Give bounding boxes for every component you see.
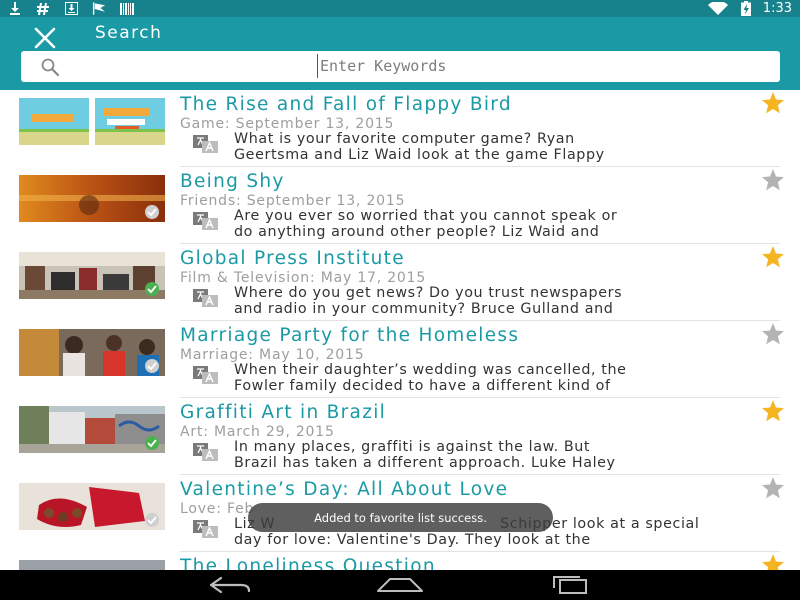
item-description-line: In many places, graffiti is against the … bbox=[234, 439, 591, 455]
checkmark-icon bbox=[145, 359, 159, 373]
flag-icon bbox=[92, 2, 106, 16]
checkmark-icon bbox=[145, 282, 159, 296]
item-description: Where do you get news? Do you trust news… bbox=[234, 285, 774, 317]
notification-icons bbox=[8, 1, 134, 16]
recents-button[interactable] bbox=[545, 574, 595, 596]
item-title[interactable]: The Rise and Fall of Flappy Bird bbox=[180, 94, 512, 116]
download-box-icon bbox=[64, 2, 78, 16]
checkmark-icon bbox=[145, 436, 159, 450]
favorite-star-icon[interactable] bbox=[761, 477, 785, 499]
item-title[interactable]: Marriage Party for the Homeless bbox=[180, 325, 519, 347]
close-button[interactable] bbox=[30, 23, 60, 53]
item-description-line: When their daughter’s wedding was cancel… bbox=[234, 362, 627, 378]
back-button[interactable] bbox=[205, 574, 255, 596]
download-icon bbox=[8, 2, 22, 16]
list-item[interactable]: The Loneliness Question bbox=[0, 552, 800, 570]
item-meta: Game: September 13, 2015 bbox=[180, 116, 395, 132]
home-button[interactable] bbox=[375, 574, 425, 596]
item-meta: Film & Television: May 17, 2015 bbox=[180, 270, 427, 286]
item-description: Are you ever so worried that you cannot … bbox=[234, 208, 774, 240]
thumbnail-image bbox=[19, 98, 165, 145]
item-meta: Art: March 29, 2015 bbox=[180, 424, 335, 440]
search-box[interactable] bbox=[21, 51, 780, 82]
item-description: In many places, graffiti is against the … bbox=[234, 439, 774, 471]
item-title[interactable]: Graffiti Art in Brazil bbox=[180, 402, 386, 424]
status-bar: 1:33 bbox=[0, 0, 800, 17]
back-icon bbox=[209, 576, 251, 594]
list-item[interactable]: Graffiti Art in Brazil Art: March 29, 20… bbox=[0, 398, 800, 475]
translate-icon[interactable] bbox=[193, 520, 219, 538]
list-item[interactable]: The Rise and Fall of Flappy Bird Game: S… bbox=[0, 90, 800, 167]
favorite-star-icon[interactable] bbox=[761, 323, 785, 345]
list-item[interactable]: Marriage Party for the Homeless Marriage… bbox=[0, 321, 800, 398]
item-description-line: Fowler family decided to have a differen… bbox=[234, 378, 611, 394]
thumbnail-image bbox=[19, 252, 165, 299]
item-title[interactable]: Valentine’s Day: All About Love bbox=[180, 479, 508, 501]
item-description-line: Where do you get news? Do you trust news… bbox=[234, 285, 623, 301]
item-title[interactable]: Global Press Institute bbox=[180, 248, 405, 270]
page-title: Search bbox=[95, 23, 163, 43]
home-icon bbox=[377, 578, 423, 592]
item-description-line: and radio in your community? Bruce Gulla… bbox=[234, 301, 614, 317]
thumbnail-image bbox=[19, 483, 165, 530]
barcode-icon bbox=[120, 2, 134, 16]
list-item[interactable]: Global Press Institute Film & Television… bbox=[0, 244, 800, 321]
recents-icon bbox=[553, 576, 587, 594]
item-meta: Marriage: May 10, 2015 bbox=[180, 347, 365, 363]
system-icons: 1:33 bbox=[707, 0, 792, 17]
item-meta: Friends: September 13, 2015 bbox=[180, 193, 406, 209]
translate-icon[interactable] bbox=[193, 366, 219, 384]
hash-icon bbox=[36, 2, 50, 16]
favorite-star-icon[interactable] bbox=[761, 400, 785, 422]
translate-icon[interactable] bbox=[193, 443, 219, 461]
item-description-line: Brazil has taken a different approach. L… bbox=[234, 455, 616, 471]
wifi-icon bbox=[707, 2, 729, 16]
item-title[interactable]: The Loneliness Question bbox=[180, 556, 436, 570]
navigation-bar bbox=[0, 570, 800, 600]
checkmark-icon bbox=[145, 513, 159, 527]
favorite-star-icon[interactable] bbox=[761, 554, 785, 570]
favorite-star-icon[interactable] bbox=[761, 92, 785, 114]
translate-icon[interactable] bbox=[193, 212, 219, 230]
item-description-line: day for love: Valentine's Day. They look… bbox=[234, 532, 591, 548]
battery-charging-icon bbox=[739, 1, 753, 16]
item-description-line: Are you ever so worried that you cannot … bbox=[234, 208, 618, 224]
item-description-line: do anything around other people? Liz Wai… bbox=[234, 224, 600, 240]
toast-message: Added to favorite list success. bbox=[248, 503, 553, 532]
item-description: What is your favorite computer game? Rya… bbox=[234, 131, 774, 163]
search-icon bbox=[41, 58, 59, 76]
app-header: Search bbox=[0, 17, 800, 90]
thumbnail-image bbox=[19, 175, 165, 222]
thumbnail-image bbox=[19, 406, 165, 453]
article-list: The Rise and Fall of Flappy Bird Game: S… bbox=[0, 90, 800, 570]
favorite-star-icon[interactable] bbox=[761, 169, 785, 191]
thumbnail-image bbox=[19, 329, 165, 376]
favorite-star-icon[interactable] bbox=[761, 246, 785, 268]
item-meta: Love: Feb bbox=[180, 501, 255, 517]
translate-icon[interactable] bbox=[193, 135, 219, 153]
thumbnail-image bbox=[19, 560, 165, 570]
list-item[interactable]: Being Shy Friends: September 13, 2015 Ar… bbox=[0, 167, 800, 244]
clock: 1:33 bbox=[762, 1, 792, 16]
close-icon bbox=[34, 27, 56, 49]
search-input[interactable] bbox=[317, 54, 757, 78]
translate-icon[interactable] bbox=[193, 289, 219, 307]
checkmark-icon bbox=[145, 205, 159, 219]
item-title[interactable]: Being Shy bbox=[180, 171, 285, 193]
item-description-line: Geertsma and Liz Waid look at the game F… bbox=[234, 147, 605, 163]
item-description-line: What is your favorite computer game? Rya… bbox=[234, 131, 575, 147]
item-description: When their daughter’s wedding was cancel… bbox=[234, 362, 774, 394]
